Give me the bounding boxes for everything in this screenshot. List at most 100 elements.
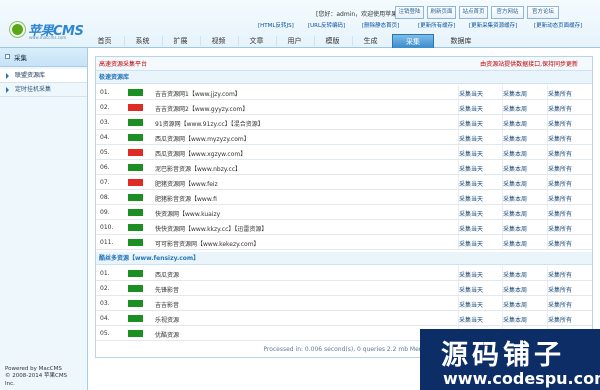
status-icon — [128, 194, 143, 201]
sidebar-item-label: 定时挂机采集 — [15, 86, 52, 93]
row-number: 05. — [100, 330, 110, 337]
collect-today-link[interactable]: 采集当天 — [459, 164, 483, 173]
collect-week-link[interactable]: 采集本周 — [503, 300, 527, 309]
source-site-name: 吉吉资源网1【www.jjzy.com】 — [155, 91, 241, 98]
row-number: 08. — [100, 194, 110, 201]
status-icon — [128, 209, 143, 216]
collect-week-link[interactable]: 采集本周 — [503, 104, 527, 113]
quick-link-update-dynamic-cache[interactable]: [更新动态页面缓存] — [534, 22, 582, 31]
official-site-button[interactable]: 官方网站 — [491, 6, 524, 19]
source-site-name: 西瓜资源 — [155, 272, 180, 279]
collect-today-link[interactable]: 采集当天 — [459, 239, 483, 248]
collect-today-link[interactable]: 采集当天 — [459, 270, 483, 279]
nav-template[interactable]: 模版 — [315, 34, 350, 48]
collect-week-link[interactable]: 采集本周 — [503, 134, 527, 143]
collect-week-link[interactable]: 采集本周 — [503, 315, 527, 324]
sidebar-item-timed-collect[interactable]: 定时挂机采集 — [0, 83, 87, 97]
collect-today-link[interactable]: 采集当天 — [459, 315, 483, 324]
collect-all-link[interactable]: 采集所有 — [548, 270, 572, 279]
collect-today-link[interactable]: 采集当天 — [459, 104, 483, 113]
collect-today-link[interactable]: 采集当天 — [459, 224, 483, 233]
collect-week-link[interactable]: 采集本周 — [503, 164, 527, 173]
nav-generate[interactable]: 生成 — [353, 34, 388, 48]
collect-week-link[interactable]: 采集本周 — [503, 209, 527, 218]
logo[interactable]: 苹果CMS www.maccms.com — [10, 20, 84, 42]
status-icon — [128, 239, 143, 246]
table-row: 06. 泥巴影音资源【www.nbzy.cc】 采集当天 采集本周 采集所有 — [96, 160, 592, 175]
collect-today-link[interactable]: 采集当天 — [459, 179, 483, 188]
nav-user[interactable]: 用户 — [277, 34, 312, 48]
source-site-name: 乐视资源 — [155, 317, 180, 324]
collect-all-link[interactable]: 采集所有 — [548, 164, 572, 173]
source-site-name: 快资源网【www.kuaizy — [155, 211, 221, 218]
source-site-name: 西瓜资源网【www.xgzyw.com】 — [155, 151, 247, 158]
official-forum-button[interactable]: 官方论坛 — [527, 6, 559, 19]
collect-all-link[interactable]: 采集所有 — [548, 285, 572, 294]
source-site-name: 西瓜资源网【www.myzyzy.com】 — [155, 136, 250, 143]
collect-all-link[interactable]: 采集所有 — [548, 239, 572, 248]
collect-week-link[interactable]: 采集本周 — [503, 149, 527, 158]
collect-today-link[interactable]: 采集当天 — [459, 209, 483, 218]
row-number: 03. — [100, 119, 110, 126]
nav-video[interactable]: 视频 — [201, 34, 236, 48]
collect-week-link[interactable]: 采集本周 — [503, 239, 527, 248]
collect-all-link[interactable]: 采集所有 — [548, 224, 572, 233]
row-number: 04. — [100, 134, 110, 141]
quick-links: [HTML反转JS] [URL反转编码] [删除静态首页] [更新所有缓存] [… — [258, 22, 596, 31]
nav-home[interactable]: 首页 — [87, 34, 122, 48]
quick-link-html-js[interactable]: [HTML反转JS] — [258, 22, 294, 31]
collect-all-link[interactable]: 采集所有 — [548, 194, 572, 203]
collect-today-link[interactable]: 采集当天 — [459, 285, 483, 294]
collect-all-link[interactable]: 采集所有 — [548, 179, 572, 188]
row-number: 03. — [100, 300, 110, 307]
row-number: 04. — [100, 315, 110, 322]
collect-all-link[interactable]: 采集所有 — [548, 149, 572, 158]
collect-all-link[interactable]: 采集所有 — [548, 300, 572, 309]
nav-collect[interactable]: 采集 — [392, 34, 434, 48]
collect-all-link[interactable]: 采集所有 — [548, 209, 572, 218]
collect-week-link[interactable]: 采集本周 — [503, 89, 527, 98]
nav-extension[interactable]: 扩展 — [163, 34, 198, 48]
status-icon — [128, 134, 143, 141]
site-home-button[interactable]: 站点首页 — [459, 6, 488, 19]
nav-database[interactable]: 数据库 — [440, 34, 482, 48]
status-icon — [128, 149, 143, 156]
collect-all-link[interactable]: 采集所有 — [548, 104, 572, 113]
powered-line-2: © 2008-2014 苹果CMS — [5, 373, 68, 379]
refresh-page-button[interactable]: 刷新页面 — [427, 6, 456, 19]
nav-system[interactable]: 系统 — [125, 34, 160, 48]
collect-week-link[interactable]: 采集本周 — [503, 224, 527, 233]
collect-all-link[interactable]: 采集所有 — [548, 134, 572, 143]
collect-week-link[interactable]: 采集本周 — [503, 194, 527, 203]
collect-all-link[interactable]: 采集所有 — [548, 89, 572, 98]
quick-link-url-encode[interactable]: [URL反转编码] — [308, 22, 345, 31]
collect-today-link[interactable]: 采集当天 — [459, 300, 483, 309]
status-icon — [128, 224, 143, 231]
quick-link-update-cache[interactable]: [更新所有缓存] — [418, 22, 455, 31]
collect-today-link[interactable]: 采集当天 — [459, 194, 483, 203]
collect-today-link[interactable]: 采集当天 — [459, 89, 483, 98]
status-icon — [128, 164, 143, 171]
collect-week-link[interactable]: 采集本周 — [503, 285, 527, 294]
quick-link-update-collect-cache[interactable]: [更新采集资源缓存] — [469, 22, 517, 31]
table-row: 03. 吉吉影音 采集当天 采集本周 采集所有 — [96, 296, 592, 311]
watermark-url: www.codespu.com — [443, 369, 600, 388]
nav-article[interactable]: 文章 — [239, 34, 274, 48]
source-site-name: 肥猪资源网【www.feiz — [155, 181, 218, 188]
apple-logo-icon — [10, 22, 25, 37]
status-icon — [128, 119, 143, 126]
collect-all-link[interactable]: 采集所有 — [548, 315, 572, 324]
row-number: 010. — [100, 224, 114, 231]
collect-today-link[interactable]: 采集当天 — [459, 119, 483, 128]
collect-today-link[interactable]: 采集当天 — [459, 149, 483, 158]
sidebar-item-union-library[interactable]: 联盟资源库 — [0, 69, 87, 83]
table-row: 05. 西瓜资源网【www.xgzyw.com】 采集当天 采集本周 采集所有 — [96, 145, 592, 160]
collect-week-link[interactable]: 采集本周 — [503, 270, 527, 279]
collect-week-link[interactable]: 采集本周 — [503, 119, 527, 128]
row-number: 06. — [100, 164, 110, 171]
collect-today-link[interactable]: 采集当天 — [459, 134, 483, 143]
quick-link-delete-index[interactable]: [删除静态首页] — [362, 22, 399, 31]
logout-button[interactable]: 注销登陆 — [395, 6, 424, 19]
collect-week-link[interactable]: 采集本周 — [503, 179, 527, 188]
collect-all-link[interactable]: 采集所有 — [548, 119, 572, 128]
